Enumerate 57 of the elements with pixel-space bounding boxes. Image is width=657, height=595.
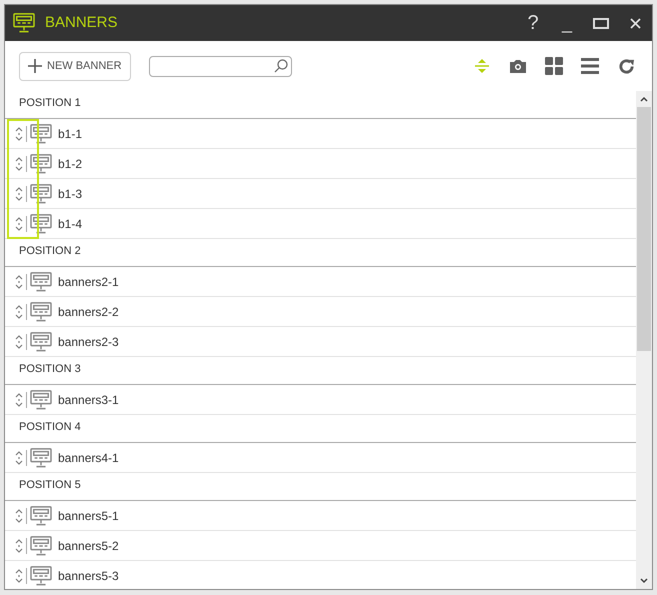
banner-name[interactable]: banners2-2 xyxy=(58,302,119,320)
drag-handle-icon[interactable] xyxy=(15,126,23,140)
drag-handle-icon[interactable] xyxy=(15,450,23,464)
window-title: BANNERS xyxy=(45,12,118,33)
drag-handle-icon[interactable] xyxy=(15,186,23,200)
monitor-icon xyxy=(30,506,52,526)
monitor-icon xyxy=(30,536,52,556)
monitor-icon xyxy=(30,272,52,292)
drag-handle-icon[interactable] xyxy=(15,568,23,582)
camera-icon[interactable] xyxy=(509,58,527,74)
scroll-up-icon[interactable] xyxy=(640,96,648,102)
group-header: POSITION 5 xyxy=(19,478,81,492)
banner-name[interactable]: banners5-2 xyxy=(58,536,119,554)
drag-handle-icon[interactable] xyxy=(15,508,23,522)
monitor-icon xyxy=(13,13,35,33)
grid-icon[interactable] xyxy=(545,57,563,75)
plus-icon xyxy=(28,59,42,73)
banner-name[interactable]: b1-2 xyxy=(58,154,82,172)
monitor-icon xyxy=(30,332,52,352)
group-header: POSITION 3 xyxy=(19,362,81,376)
list-icon[interactable] xyxy=(581,58,599,74)
refresh-icon[interactable] xyxy=(618,58,634,74)
monitor-icon xyxy=(30,184,52,204)
new-banner-button[interactable]: NEW BANNER xyxy=(19,52,131,80)
scroll-down-icon[interactable] xyxy=(640,578,648,584)
help-button[interactable]: ? xyxy=(516,13,550,33)
group-header: POSITION 4 xyxy=(19,420,81,434)
monitor-icon xyxy=(30,390,52,410)
drag-handle-icon[interactable] xyxy=(15,334,23,348)
group-header: POSITION 1 xyxy=(19,96,81,110)
banner-name[interactable]: banners2-1 xyxy=(58,272,119,290)
drag-handle-icon[interactable] xyxy=(15,538,23,552)
banner-name[interactable]: b1-4 xyxy=(58,214,82,232)
group-header: POSITION 2 xyxy=(19,244,81,258)
drag-handle-icon[interactable] xyxy=(15,392,23,406)
search-field[interactable] xyxy=(148,56,292,76)
drag-handle-icon[interactable] xyxy=(15,156,23,170)
close-icon xyxy=(630,18,640,28)
banner-name[interactable]: banners5-3 xyxy=(58,566,119,584)
banner-name[interactable]: banners5-1 xyxy=(58,506,119,524)
drag-handle-icon[interactable] xyxy=(15,304,23,318)
drag-handle-icon[interactable] xyxy=(15,274,23,288)
banner-name[interactable]: b1-1 xyxy=(58,124,82,142)
monitor-icon xyxy=(30,302,52,322)
minimize-button[interactable]: _ xyxy=(550,14,584,32)
drag-handle-icon[interactable] xyxy=(15,216,23,230)
banner-name[interactable]: b1-3 xyxy=(58,184,82,202)
monitor-icon xyxy=(30,566,52,586)
search-icon xyxy=(274,59,288,73)
banner-name[interactable]: banners4-1 xyxy=(58,448,119,466)
monitor-icon xyxy=(30,214,52,234)
banner-name[interactable]: banners3-1 xyxy=(58,390,119,408)
monitor-icon xyxy=(30,154,52,174)
scrollbar[interactable] xyxy=(636,91,652,589)
monitor-icon xyxy=(30,124,52,144)
monitor-icon xyxy=(30,448,52,468)
banner-name[interactable]: banners2-3 xyxy=(58,332,119,350)
